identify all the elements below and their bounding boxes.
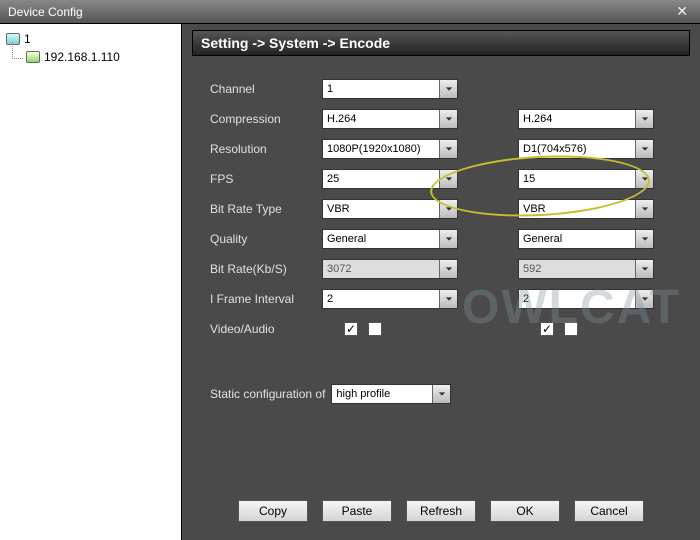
refresh-button[interactable]: Refresh [406,500,476,522]
tree-child[interactable]: 192.168.1.110 [4,48,177,66]
window-title: Device Config [8,5,83,19]
chevron-down-icon [635,230,653,248]
select-bitratetype-sub[interactable]: VBR [518,199,654,219]
label-iframe: I Frame Interval [210,292,322,306]
chevron-down-icon [635,200,653,218]
content-panel: Setting -> System -> Encode Channel 1 Co… [182,24,700,540]
select-compression-main[interactable]: H.264 [322,109,458,129]
select-fps-main[interactable]: 25 [322,169,458,189]
chevron-down-icon [439,170,457,188]
cancel-button[interactable]: Cancel [574,500,644,522]
select-resolution-sub[interactable]: D1(704x576) [518,139,654,159]
ip-icon [26,51,40,63]
ok-button[interactable]: OK [490,500,560,522]
chevron-down-icon [432,385,450,403]
copy-button[interactable]: Copy [238,500,308,522]
select-static-profile[interactable]: high profile [331,384,451,404]
label-bitrate: Bit Rate(Kb/S) [210,262,322,276]
chevron-down-icon [439,80,457,98]
select-quality-main[interactable]: General [322,229,458,249]
select-iframe-sub[interactable]: 2 [518,289,654,309]
label-bitratetype: Bit Rate Type [210,202,322,216]
label-compression: Compression [210,112,322,126]
tree-root-label: 1 [24,32,31,46]
select-iframe-main[interactable]: 2 [322,289,458,309]
select-quality-sub[interactable]: General [518,229,654,249]
close-icon[interactable]: ✕ [670,3,694,20]
select-bitratetype-main[interactable]: VBR [322,199,458,219]
chevron-down-icon [635,290,653,308]
chevron-down-icon [635,170,653,188]
paste-button[interactable]: Paste [322,500,392,522]
checkbox-audio-sub[interactable] [564,322,578,336]
chevron-down-icon [439,140,457,158]
label-fps: FPS [210,172,322,186]
select-compression-sub[interactable]: H.264 [518,109,654,129]
encode-form: Channel 1 Compression H.264 [192,74,690,344]
main-layout: 1 192.168.1.110 Setting -> System -> Enc… [0,24,700,540]
chevron-down-icon [635,140,653,158]
label-channel: Channel [210,82,322,96]
select-resolution-main[interactable]: 1080P(1920x1080) [322,139,458,159]
chevron-down-icon [439,110,457,128]
titlebar: Device Config ✕ [0,0,700,24]
chevron-down-icon [635,260,653,278]
label-videoaudio: Video/Audio [210,322,322,336]
checkbox-audio-main[interactable] [368,322,382,336]
checkbox-video-main[interactable] [344,322,358,336]
label-resolution: Resolution [210,142,322,156]
label-static-config: Static configuration of [210,387,325,401]
select-bitrate-main[interactable]: 3072 [322,259,458,279]
select-fps-sub[interactable]: 15 [518,169,654,189]
chevron-down-icon [439,230,457,248]
chevron-down-icon [635,110,653,128]
select-bitrate-sub[interactable]: 592 [518,259,654,279]
tree-root[interactable]: 1 [4,30,177,48]
breadcrumb: Setting -> System -> Encode [192,30,690,56]
label-quality: Quality [210,232,322,246]
chevron-down-icon [439,200,457,218]
checkbox-video-sub[interactable] [540,322,554,336]
tree-child-label: 192.168.1.110 [44,50,120,64]
select-channel[interactable]: 1 [322,79,458,99]
chevron-down-icon [439,260,457,278]
chevron-down-icon [439,290,457,308]
button-bar: Copy Paste Refresh OK Cancel [182,500,700,522]
device-tree: 1 192.168.1.110 [0,24,182,540]
